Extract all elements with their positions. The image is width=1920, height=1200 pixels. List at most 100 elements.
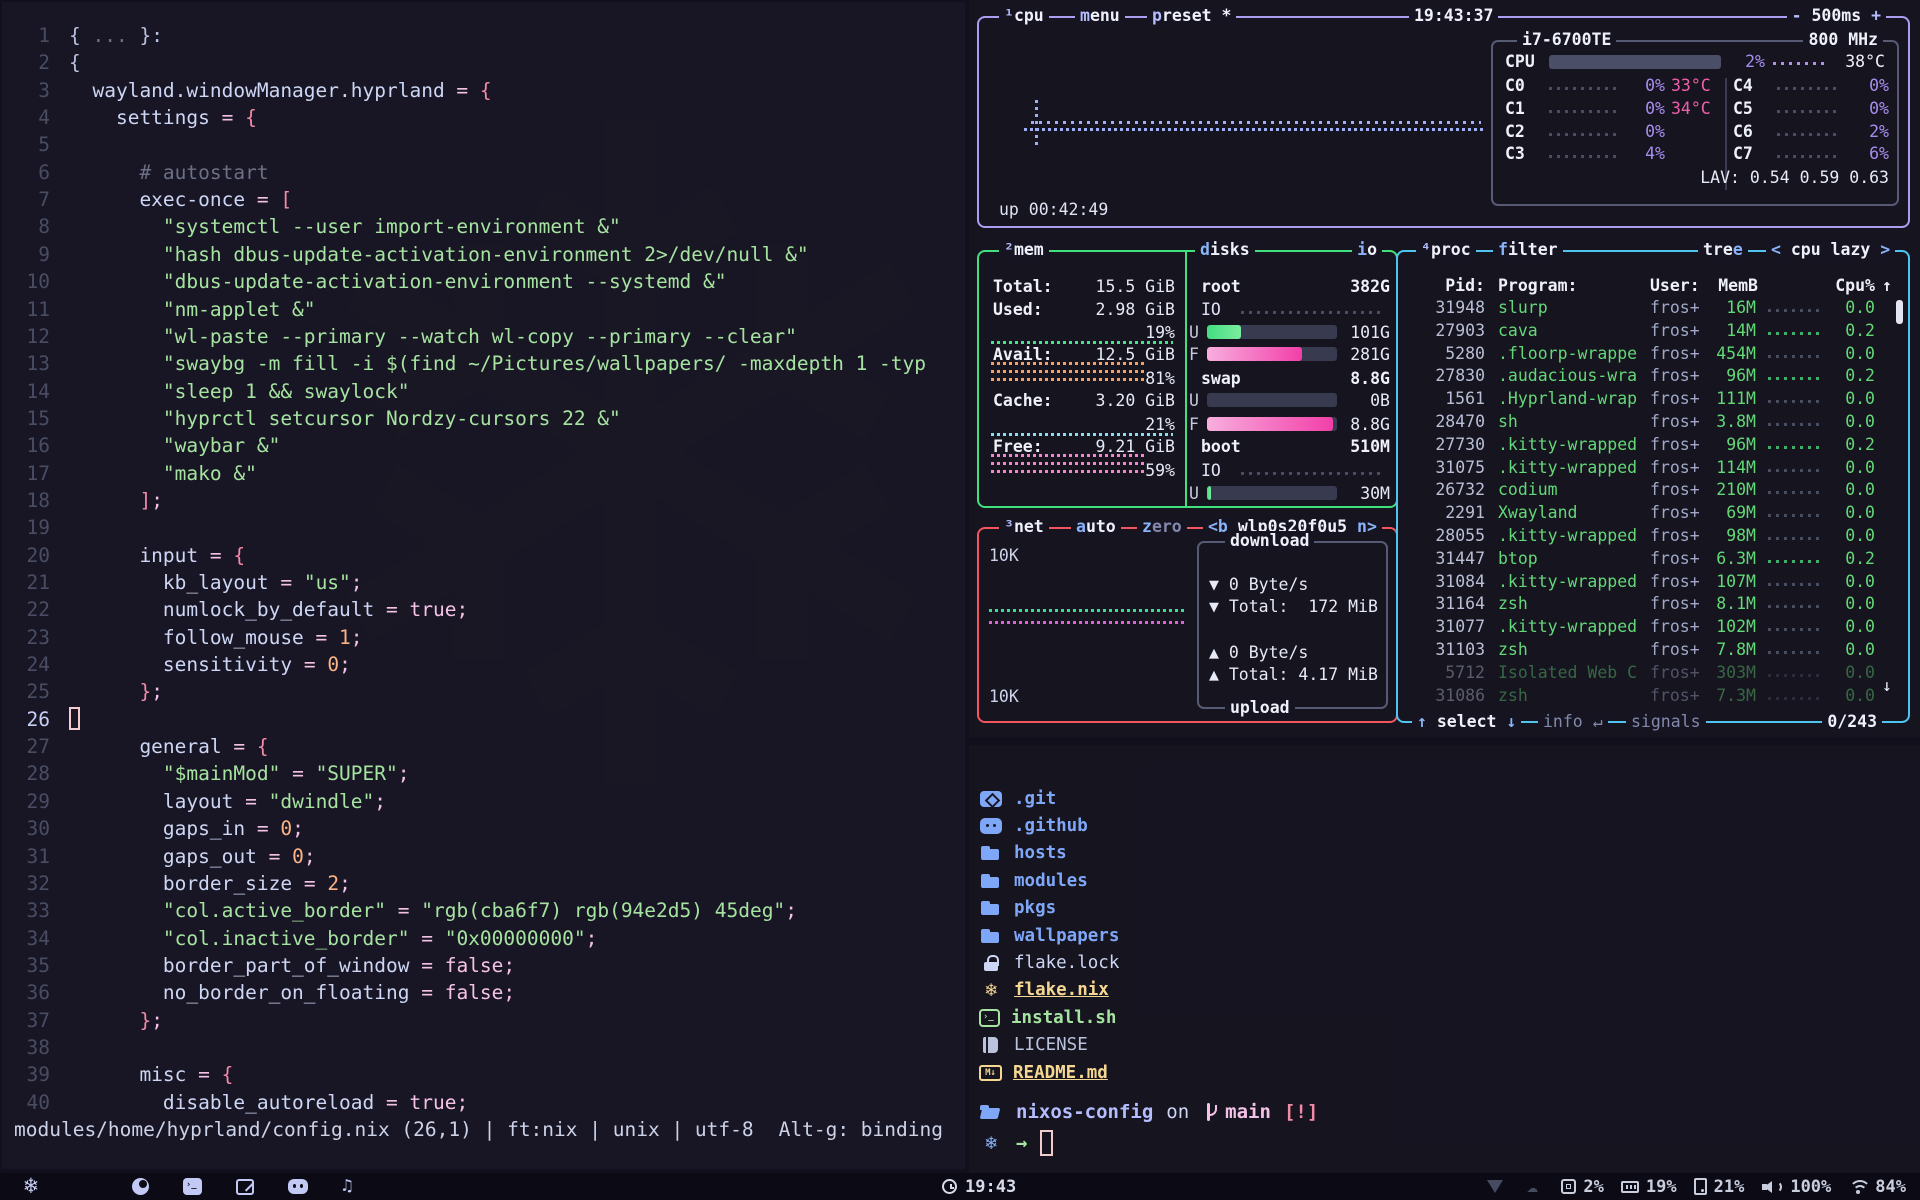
header-cpu[interactable]: Cpu% <box>1828 276 1875 296</box>
code-line[interactable]: 24 sensitivity = 0; <box>2 651 963 678</box>
code-line[interactable]: 21 kb_layout = "us"; <box>2 569 963 596</box>
code-line[interactable]: 38 <box>2 1034 963 1061</box>
sort-next-button[interactable]: > <box>1880 240 1890 259</box>
proc-scrollbar[interactable] <box>1896 300 1903 324</box>
discord-icon[interactable] <box>288 1179 308 1194</box>
code-line[interactable]: 3 wayland.windowManager.hyprland = { <box>2 77 963 104</box>
tray-item-cloud[interactable]: ☁ <box>1520 1176 1544 1198</box>
proc-signals-button[interactable]: signals <box>1626 712 1706 732</box>
editor-pane[interactable]: 1{ ... }:2{3 wayland.windowManager.hyprl… <box>2 2 965 1169</box>
code-line[interactable]: 25 }; <box>2 678 963 705</box>
code-line[interactable]: 10 "dbus-update-activation-environment -… <box>2 268 963 295</box>
tray-item-hdd[interactable]: 21% <box>1694 1177 1745 1197</box>
disks-panel-title[interactable]: disks <box>1195 240 1255 260</box>
proc-sort-control[interactable]: < cpu lazy > <box>1766 240 1895 260</box>
process-user: fros+ <box>1650 594 1700 614</box>
code-line[interactable]: 16 "waybar &" <box>2 432 963 459</box>
code-token <box>222 544 234 567</box>
terminal-app-icon[interactable] <box>183 1178 202 1195</box>
code-line[interactable]: 14 "sleep 1 && swaylock" <box>2 378 963 405</box>
code-line[interactable]: 15 "hyprctl setcursor Nordzy-cursors 22 … <box>2 405 963 432</box>
nixos-launcher-icon[interactable]: ❄ <box>24 1175 38 1198</box>
code-token: { <box>233 544 245 567</box>
code-line[interactable]: 33 "col.active_border" = "rgb(cba6f7) rg… <box>2 897 963 924</box>
code-line[interactable]: 6 # autostart <box>2 159 963 186</box>
code-line[interactable]: 12 "wl-paste --primary --watch wl-copy -… <box>2 323 963 350</box>
menu-button[interactable]: menu <box>1075 6 1125 26</box>
proc-info-button[interactable]: info ↵ <box>1538 712 1608 732</box>
code-line[interactable]: 39 misc = { <box>2 1061 963 1088</box>
interval-decrease-button[interactable]: - <box>1792 6 1802 25</box>
code-token: = <box>421 981 433 1004</box>
code-line[interactable]: 20 input = { <box>2 542 963 569</box>
shell-input-line[interactable]: ❄ → <box>979 1130 1053 1156</box>
tray-item-speaker[interactable]: 100% <box>1761 1177 1831 1197</box>
tray-item-ram[interactable]: 19% <box>1621 1177 1677 1197</box>
proc-tree-button[interactable]: tree <box>1698 240 1748 260</box>
proc-select-control[interactable]: ↑ select ↓ <box>1412 712 1521 732</box>
header-mem[interactable]: MemB <box>1698 276 1758 296</box>
cpu-total-percent: 2% <box>1725 52 1765 72</box>
process-cpu: 0.0 <box>1828 344 1875 364</box>
io-mode-button[interactable]: io <box>1352 240 1382 260</box>
line-number: 9 <box>2 241 50 268</box>
process-cpu: 0.0 <box>1828 298 1875 318</box>
taskbar-clock[interactable]: 19:43 <box>942 1173 1016 1200</box>
tray-item-wifi[interactable]: 84% <box>1848 1177 1906 1197</box>
code-line[interactable]: 35 border_part_of_window = false; <box>2 952 963 979</box>
code-line[interactable]: 34 "col.inactive_border" = "0x00000000"; <box>2 925 963 952</box>
code-line[interactable]: 23 follow_mouse = 1; <box>2 624 963 651</box>
code-line[interactable]: 30 gaps_in = 0; <box>2 815 963 842</box>
process-name: .audacious-wra <box>1498 366 1637 386</box>
code-line[interactable]: 9 "hash dbus-update-activation-environme… <box>2 241 963 268</box>
code-line[interactable]: 18 ]; <box>2 487 963 514</box>
editor-statusline: modules/home/hyprland/config.nix (26,1) … <box>14 1118 943 1141</box>
code-line[interactable]: 40 disable_autoreload = true; <box>2 1089 963 1116</box>
code-line[interactable]: 31 gaps_out = 0; <box>2 843 963 870</box>
code-line[interactable]: 17 "mako &" <box>2 460 963 487</box>
git-branch-icon <box>1202 1101 1218 1123</box>
tray-item-wifi-down[interactable] <box>1487 1180 1503 1193</box>
code-line[interactable]: 28 "$mainMod" = "SUPER"; <box>2 760 963 787</box>
code-token: gaps_in <box>69 817 257 840</box>
code-line[interactable]: 7 exec-once = [ <box>2 186 963 213</box>
header-program[interactable]: Program: <box>1498 276 1577 296</box>
code-line[interactable]: 8 "systemctl --user import-environment &… <box>2 213 963 240</box>
code-line[interactable]: 37 }; <box>2 1007 963 1034</box>
firefox-icon[interactable] <box>132 1178 149 1195</box>
net-auto-button[interactable]: auto <box>1071 517 1121 537</box>
core-graph <box>1549 87 1619 90</box>
scroll-down-arrow[interactable]: ↓ <box>1882 676 1892 696</box>
interval-increase-button[interactable]: + <box>1871 6 1881 25</box>
header-pid[interactable]: Pid: <box>1408 276 1485 296</box>
tray-item-chip[interactable]: 2% <box>1561 1177 1603 1197</box>
code-line[interactable]: 27 general = { <box>2 733 963 760</box>
header-user[interactable]: User: <box>1650 276 1700 296</box>
code-line[interactable]: 36 no_border_on_floating = false; <box>2 979 963 1006</box>
terminal-window[interactable]: .git.githubhostsmodulespkgswallpapersfla… <box>969 745 1920 1173</box>
code-line[interactable]: 4 settings = { <box>2 104 963 131</box>
update-interval-control[interactable]: - 500ms + <box>1787 6 1886 26</box>
code-line[interactable]: 5 <box>2 131 963 158</box>
code-line[interactable]: 13 "swaybg -m fill -i $(find ~/Pictures/… <box>2 350 963 377</box>
code-line[interactable]: 11 "nm-applet &" <box>2 296 963 323</box>
sort-prev-button[interactable]: < <box>1771 240 1781 259</box>
code-line[interactable]: 22 numlock_by_default = true; <box>2 596 963 623</box>
net-zero-button[interactable]: zero <box>1137 517 1187 537</box>
proc-filter-button[interactable]: filter <box>1493 240 1563 260</box>
notes-app-icon[interactable] <box>236 1179 254 1195</box>
code-token: true <box>409 1091 456 1114</box>
disk-name: root <box>1201 277 1241 297</box>
code-line[interactable]: 2{ <box>2 49 963 76</box>
code-line[interactable]: 19 <box>2 514 963 541</box>
code-line[interactable]: 1{ ... }: <box>2 22 963 49</box>
next-interface-button[interactable]: n> <box>1357 517 1377 536</box>
code-line[interactable]: 29 layout = "dwindle"; <box>2 788 963 815</box>
music-app-icon[interactable]: ♫ <box>342 1178 352 1195</box>
cloud-icon: ☁ <box>1520 1176 1544 1198</box>
mem-disks-divider <box>1185 252 1187 506</box>
preset-button[interactable]: preset * <box>1147 6 1236 26</box>
code-line[interactable]: 32 border_size = 2; <box>2 870 963 897</box>
file-name: hosts <box>1014 843 1067 863</box>
code-line[interactable]: 26 <box>2 706 963 733</box>
